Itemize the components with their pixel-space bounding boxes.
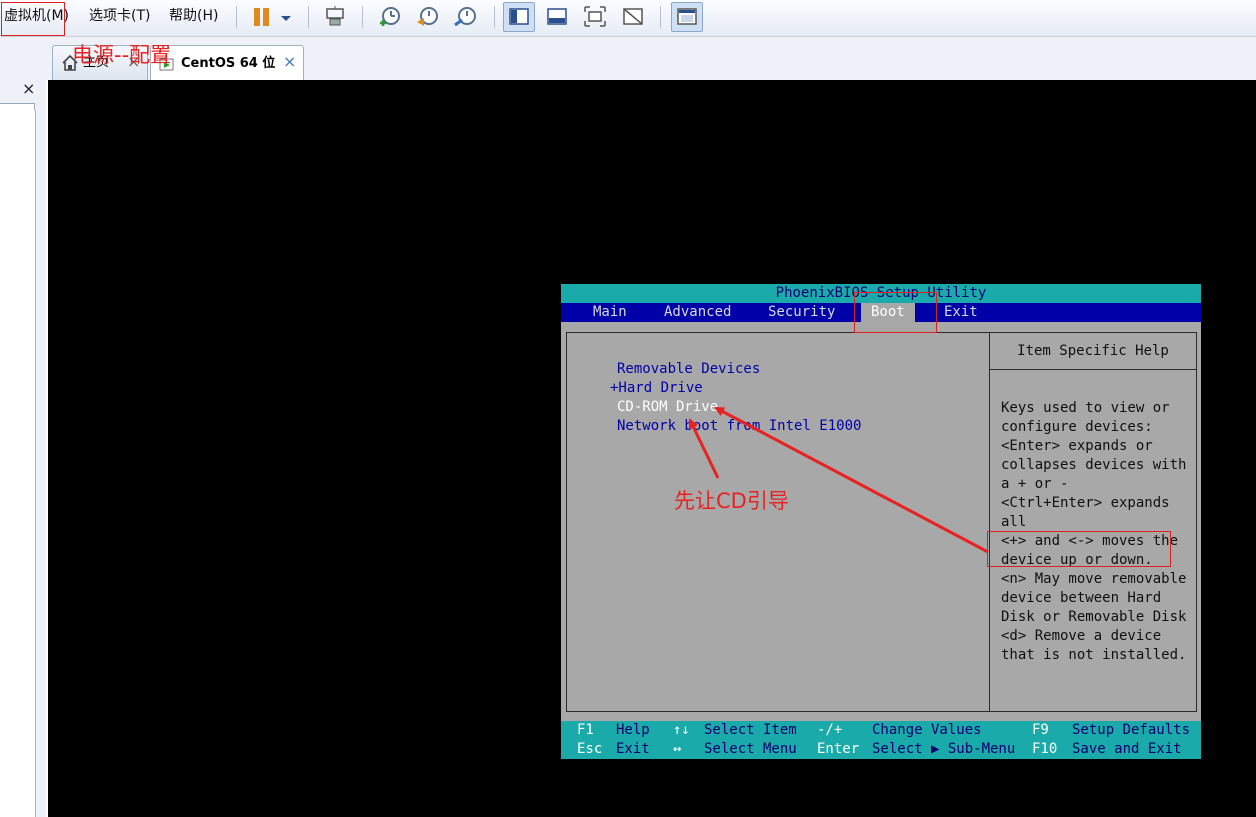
toolbar-separator — [308, 6, 309, 28]
bios-menu-exit[interactable]: Exit — [944, 303, 978, 322]
tab-centos-label: CentOS 64 位 — [181, 56, 276, 71]
toolbar-separator — [362, 6, 363, 28]
library-tree[interactable] — [0, 110, 36, 817]
help-line: collapses devices with — [1001, 457, 1187, 473]
snapshot-revert-icon — [417, 7, 438, 26]
bios-boot-order-panel: Removable Devices +Hard Drive CD-ROM Dri… — [566, 332, 990, 712]
menu-tabs[interactable]: 选项卡(T) — [89, 0, 150, 32]
snapshot-manager-icon — [454, 7, 476, 27]
key-esc: Esc — [577, 741, 603, 757]
key-f9: F9 — [1032, 722, 1049, 738]
library-panel: × .. ▼ — [0, 37, 46, 817]
help-line: <d> Remove a device — [1001, 628, 1162, 644]
boot-item-cdrom[interactable]: CD-ROM Drive — [617, 398, 718, 417]
pause-button[interactable] — [246, 3, 276, 31]
bios-menu-advanced[interactable]: Advanced — [664, 303, 731, 322]
bios-menu-security[interactable]: Security — [768, 303, 835, 322]
help-line: Keys used to view or — [1001, 400, 1170, 416]
key-updown-desc: Select Item — [704, 722, 797, 738]
tabs-view-button[interactable] — [671, 2, 703, 32]
menu-help[interactable]: 帮助(H) — [169, 0, 218, 32]
toolbar-separator — [660, 6, 661, 28]
power-dropdown-button[interactable] — [274, 3, 296, 31]
help-line: configure devices: — [1001, 419, 1153, 435]
toolbar-separator — [236, 6, 237, 28]
help-line: device between Hard — [1001, 590, 1162, 606]
key-f1-desc: Help — [616, 722, 650, 738]
key-plusminus-desc: Change Values — [872, 722, 982, 738]
bios-help-panel: Item Specific Help Keys used to view or … — [989, 332, 1197, 712]
toolbar-separator — [494, 6, 495, 28]
help-line: Disk or Removable Disk — [1001, 609, 1187, 625]
fullscreen-button[interactable] — [580, 3, 610, 31]
boot-item-removable[interactable]: Removable Devices — [617, 360, 760, 379]
tab-centos-close-icon[interactable]: × — [283, 52, 296, 72]
key-leftright: ↔ — [673, 741, 682, 757]
help-line: that is not installed. — [1001, 647, 1187, 663]
tab-strip: 主页 × CentOS 64 位 × — [46, 37, 1256, 81]
annotation-power-config: 电源--配置 — [72, 43, 172, 67]
send-keys-icon — [326, 6, 344, 26]
send-keys-button[interactable] — [320, 3, 350, 31]
help-line: <n> May move removable — [1001, 571, 1187, 587]
key-enter: Enter — [817, 741, 860, 757]
key-f1: F1 — [577, 722, 594, 738]
boot-item-hard-drive[interactable]: +Hard Drive — [610, 379, 703, 398]
snapshot-take-icon — [380, 7, 400, 26]
bios-setup-window[interactable]: PhoenixBIOS Setup Utility Main Advanced … — [561, 284, 1201, 759]
vm-menu-highlight-box — [1, 2, 65, 36]
view-console-icon — [547, 8, 567, 25]
unity-icon — [623, 8, 643, 25]
boot-item-network[interactable]: Network boot from Intel E1000 — [617, 417, 861, 436]
move-keys-highlight-box — [987, 531, 1171, 567]
view-console-button[interactable] — [542, 3, 572, 31]
dropdown-icon — [281, 16, 291, 21]
key-updown: ↑↓ — [673, 722, 690, 738]
help-line: <Ctrl+Enter> expands — [1001, 495, 1170, 511]
unity-button[interactable] — [618, 3, 648, 31]
snapshot-take-button[interactable] — [374, 3, 404, 31]
view-library-button[interactable] — [503, 2, 535, 32]
key-plusminus: -/+ — [817, 722, 843, 738]
bios-menu-main[interactable]: Main — [593, 303, 627, 322]
bios-key-legend: F1 Help ↑↓ Select Item -/+ Change Values… — [561, 721, 1201, 759]
view-library-icon — [509, 8, 529, 25]
help-line: <Enter> expands or — [1001, 438, 1153, 454]
help-title: Item Specific Help — [990, 333, 1196, 370]
key-leftright-desc: Select Menu — [704, 741, 797, 757]
menu-toolbar-bar: 虚拟机(M) 选项卡(T) 帮助(H) — [0, 0, 1256, 37]
key-f9-desc: Setup Defaults — [1072, 722, 1191, 738]
key-f10: F10 — [1032, 741, 1058, 757]
tab-centos[interactable]: CentOS 64 位 × — [150, 45, 304, 81]
key-esc-desc: Exit — [616, 741, 650, 757]
fullscreen-icon — [584, 6, 606, 27]
snapshot-manager-button[interactable] — [450, 3, 480, 31]
snapshot-revert-button[interactable] — [412, 3, 442, 31]
key-f10-desc: Save and Exit — [1072, 741, 1182, 757]
library-close-button[interactable]: × — [22, 77, 35, 101]
annotation-cd-first: 先让CD引导 — [674, 489, 789, 513]
pause-icon — [254, 8, 269, 26]
key-enter-desc: Select ▶ Sub-Menu — [872, 741, 1016, 757]
boot-menu-highlight-box — [854, 292, 937, 333]
help-line: a + or - — [1001, 476, 1069, 492]
tabs-view-icon — [677, 8, 697, 25]
help-line: all — [1001, 514, 1027, 530]
